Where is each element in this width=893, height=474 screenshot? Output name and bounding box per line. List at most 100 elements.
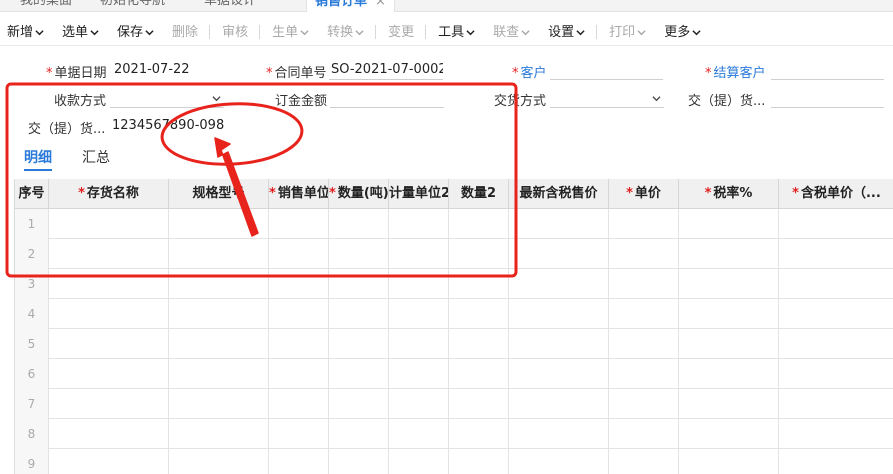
column-header[interactable]: 计量单位2 — [389, 179, 449, 209]
table-cell[interactable] — [389, 209, 449, 239]
table-cell[interactable] — [609, 359, 679, 389]
table-cell[interactable] — [449, 389, 509, 419]
table-cell[interactable] — [509, 269, 609, 299]
table-cell[interactable] — [389, 329, 449, 359]
table-cell[interactable] — [779, 419, 893, 449]
table-cell[interactable] — [269, 389, 329, 419]
table-cell[interactable] — [269, 359, 329, 389]
table-cell[interactable] — [509, 389, 609, 419]
settle-customer-field[interactable] — [771, 60, 884, 80]
table-cell[interactable] — [449, 299, 509, 329]
table-cell[interactable] — [609, 329, 679, 359]
table-cell[interactable] — [609, 419, 679, 449]
table-cell[interactable] — [779, 299, 893, 329]
table-row[interactable]: 8 — [15, 419, 893, 449]
contract-no-field[interactable]: SO-2021-07-0002 — [329, 60, 443, 80]
payment-method-select[interactable] — [110, 88, 224, 108]
column-header[interactable]: 最新含税售价 — [509, 179, 609, 209]
table-cell[interactable] — [509, 359, 609, 389]
deposit-amount-field[interactable] — [330, 88, 444, 108]
column-header[interactable]: * 单价 — [609, 179, 679, 209]
table-cell[interactable] — [269, 449, 329, 474]
change-button[interactable]: 变更 — [381, 19, 414, 46]
tab-doc-design[interactable]: 单据设计 — [196, 0, 264, 12]
column-header[interactable]: 数量2 — [449, 179, 509, 209]
tab-detail[interactable]: 明细 — [24, 147, 52, 171]
table-cell[interactable] — [779, 209, 893, 239]
table-cell[interactable] — [779, 389, 893, 419]
table-cell[interactable] — [169, 269, 269, 299]
table-cell[interactable] — [389, 449, 449, 474]
tab-sales-order[interactable]: 销售订单 × — [306, 0, 395, 12]
delete-button[interactable]: 删除 — [165, 19, 198, 46]
settle-customer-label[interactable]: * 结算客户 — [705, 62, 766, 81]
column-header[interactable]: * 数量(吨) — [329, 179, 389, 209]
table-cell[interactable] — [779, 449, 893, 474]
column-header[interactable]: * 含税单价（... — [779, 179, 893, 209]
column-header[interactable]: 规格型号 — [169, 179, 269, 209]
table-cell[interactable] — [169, 419, 269, 449]
table-cell[interactable] — [169, 329, 269, 359]
table-cell[interactable] — [49, 329, 169, 359]
table-cell[interactable] — [389, 359, 449, 389]
table-row[interactable]: 1 — [15, 209, 893, 239]
save-button[interactable]: 保存 — [110, 19, 154, 46]
table-cell[interactable] — [509, 209, 609, 239]
select-button[interactable]: 选单 — [55, 19, 99, 46]
table-cell[interactable] — [49, 419, 169, 449]
table-cell[interactable] — [49, 209, 169, 239]
tab-summary[interactable]: 汇总 — [82, 147, 110, 171]
table-cell[interactable] — [169, 299, 269, 329]
customer-field[interactable] — [550, 60, 663, 80]
audit-button[interactable]: 审核 — [215, 19, 248, 46]
table-cell[interactable] — [169, 209, 269, 239]
table-cell[interactable] — [679, 359, 779, 389]
column-header[interactable]: * 销售单位 — [269, 179, 329, 209]
table-cell[interactable] — [389, 239, 449, 269]
table-cell[interactable] — [269, 269, 329, 299]
table-cell[interactable] — [329, 359, 389, 389]
table-cell[interactable] — [269, 239, 329, 269]
table-cell[interactable] — [679, 449, 779, 474]
table-cell[interactable] — [169, 389, 269, 419]
customer-label[interactable]: * 客户 — [512, 62, 547, 81]
delivery-place-1-field[interactable] — [771, 88, 884, 108]
table-cell[interactable] — [679, 329, 779, 359]
table-cell[interactable] — [49, 239, 169, 269]
table-row[interactable]: 5 — [15, 329, 893, 359]
table-cell[interactable] — [779, 239, 893, 269]
table-row[interactable]: 7 — [15, 389, 893, 419]
table-cell[interactable] — [679, 299, 779, 329]
table-cell[interactable] — [609, 269, 679, 299]
table-cell[interactable] — [49, 449, 169, 474]
table-cell[interactable] — [509, 299, 609, 329]
table-cell[interactable] — [679, 269, 779, 299]
table-cell[interactable] — [329, 389, 389, 419]
table-cell[interactable] — [509, 239, 609, 269]
table-cell[interactable] — [329, 299, 389, 329]
delivery-method-select[interactable] — [550, 88, 664, 108]
delivery-place-2-field[interactable]: 1234567890-098... — [110, 116, 224, 136]
table-cell[interactable] — [449, 449, 509, 474]
table-cell[interactable] — [329, 269, 389, 299]
table-row[interactable]: 6 — [15, 359, 893, 389]
table-cell[interactable] — [609, 209, 679, 239]
table-cell[interactable] — [169, 359, 269, 389]
table-cell[interactable] — [449, 269, 509, 299]
convert-button[interactable]: 转换 — [320, 19, 364, 46]
table-cell[interactable] — [449, 239, 509, 269]
table-cell[interactable] — [509, 329, 609, 359]
table-cell[interactable] — [389, 299, 449, 329]
table-cell[interactable] — [779, 359, 893, 389]
table-cell[interactable] — [169, 239, 269, 269]
table-row[interactable]: 3 — [15, 269, 893, 299]
table-cell[interactable] — [509, 419, 609, 449]
table-cell[interactable] — [609, 449, 679, 474]
query-button[interactable]: 联查 — [486, 19, 530, 46]
new-button[interactable]: 新增 — [0, 19, 44, 46]
table-cell[interactable] — [449, 359, 509, 389]
more-button[interactable]: 更多 — [657, 19, 701, 46]
table-cell[interactable] — [269, 329, 329, 359]
table-cell[interactable] — [389, 419, 449, 449]
table-cell[interactable] — [329, 449, 389, 474]
